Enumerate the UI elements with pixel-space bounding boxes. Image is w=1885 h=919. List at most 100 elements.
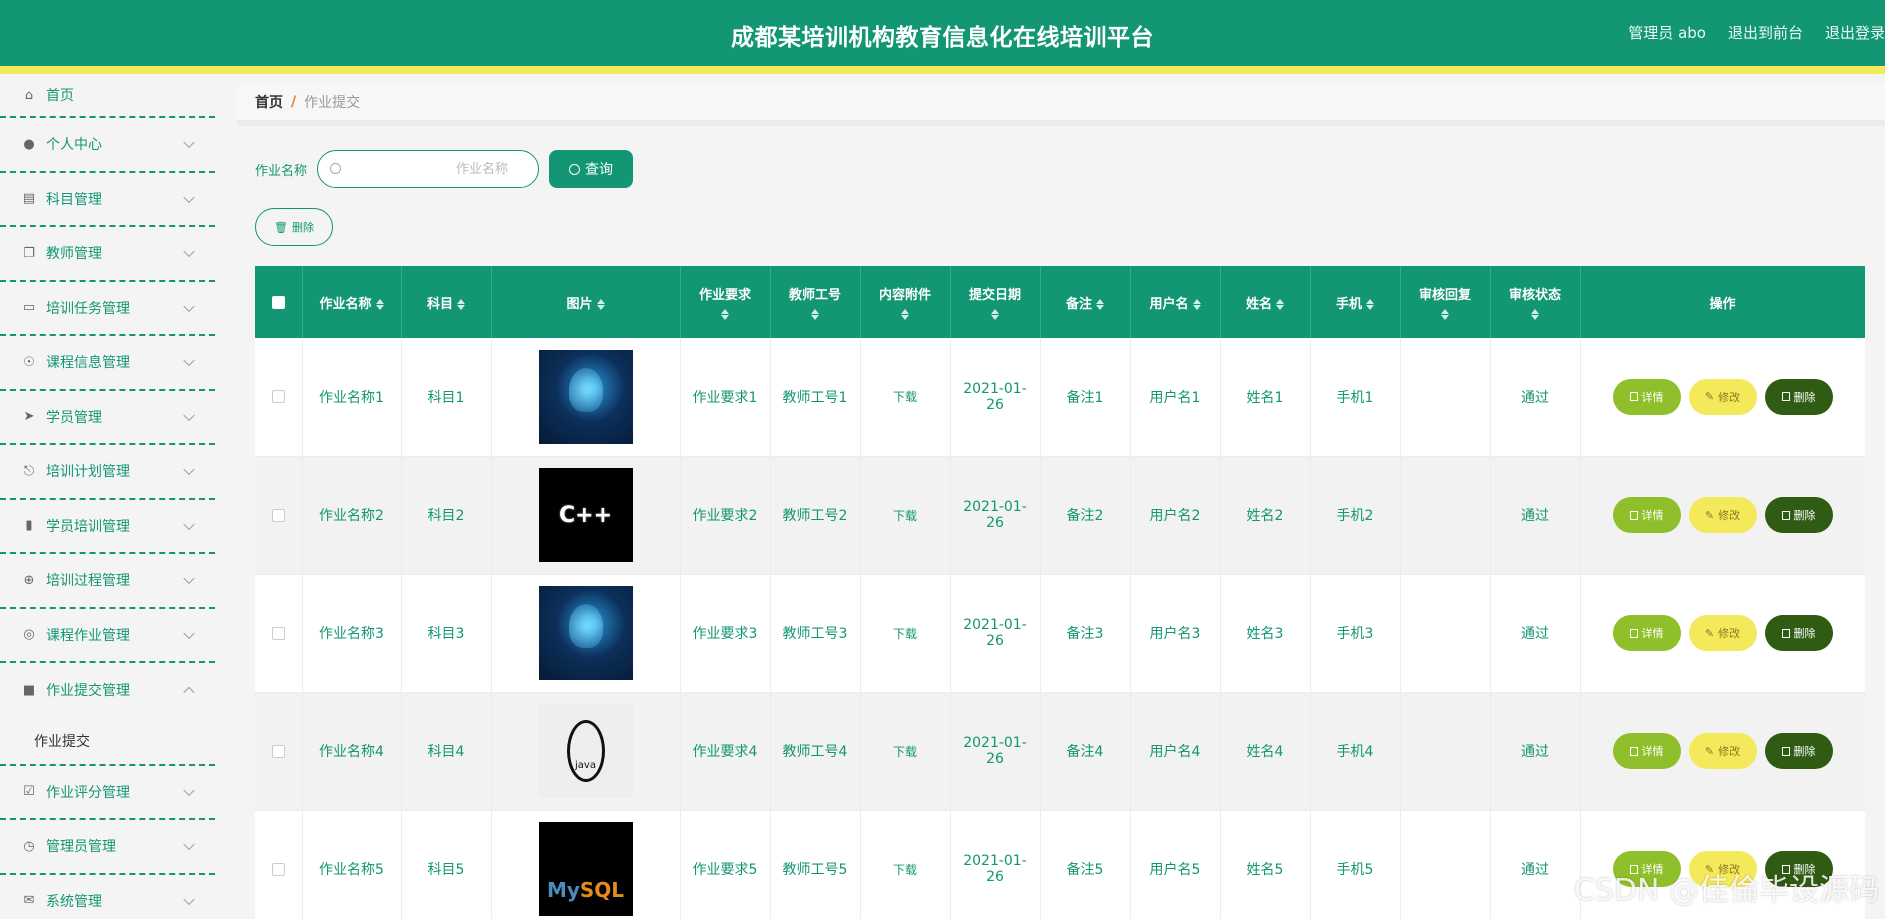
homework-image[interactable] — [538, 586, 633, 680]
homework-image[interactable]: My SQL — [538, 822, 633, 916]
header-label: 备注 — [1065, 296, 1092, 312]
header-remark[interactable]: 备注 — [1040, 266, 1131, 338]
sort-icon[interactable] — [901, 308, 909, 320]
cell-status: 通过 — [1490, 338, 1581, 457]
query-button[interactable]: 查询 — [549, 150, 634, 188]
header-date[interactable]: 提交日期 — [950, 266, 1041, 338]
cell-image: C++ — [491, 456, 681, 575]
sort-icon[interactable] — [1531, 308, 1539, 320]
download-link[interactable]: 下载 — [893, 745, 917, 759]
sort-icon[interactable] — [1096, 298, 1104, 311]
row-checkbox[interactable] — [271, 626, 285, 640]
header-reply[interactable]: 审核回复 — [1400, 266, 1491, 338]
row-select-cell[interactable] — [255, 810, 303, 919]
sort-icon[interactable] — [811, 308, 819, 320]
header-status[interactable]: 审核状态 — [1490, 266, 1581, 338]
delete-button[interactable]: 删除 — [1764, 615, 1833, 651]
row-select-cell[interactable] — [255, 692, 303, 811]
sort-icon[interactable] — [1276, 298, 1284, 311]
detail-button[interactable]: 详情 — [1612, 497, 1681, 533]
sort-icon[interactable] — [375, 298, 384, 311]
sort-icon[interactable] — [1366, 298, 1374, 311]
breadcrumb-home[interactable]: 首页 — [255, 92, 283, 112]
cell-ops: 详情 ✎ 修改 删除 — [1580, 692, 1865, 811]
search-input[interactable] — [348, 151, 529, 187]
sidebar-item-teacher-mgmt[interactable]: ❐ 教师管理 — [0, 227, 215, 282]
delete-button[interactable]: 删除 — [1764, 497, 1833, 533]
download-link[interactable]: 下载 — [893, 627, 917, 641]
exit-to-front-link[interactable]: 退出到前台 — [1728, 22, 1803, 43]
homework-image[interactable]: C++ — [538, 468, 633, 562]
download-link[interactable]: 下载 — [893, 390, 917, 404]
row-checkbox[interactable] — [271, 744, 285, 758]
homework-image[interactable]: java — [538, 704, 633, 798]
sidebar-item-system-mgmt[interactable]: ✉ 系统管理 — [0, 875, 215, 919]
cell-status: 通过 — [1490, 456, 1581, 575]
sort-icon[interactable] — [1441, 308, 1449, 320]
header-requirement[interactable]: 作业要求 — [680, 266, 771, 338]
sidebar-item-submission-mgmt[interactable]: ■ 作业提交管理 — [0, 663, 215, 718]
header-attachment[interactable]: 内容附件 — [860, 266, 951, 338]
detail-button[interactable]: 详情 — [1612, 851, 1681, 887]
sort-icon[interactable] — [596, 298, 605, 311]
download-link[interactable]: 下载 — [893, 509, 917, 523]
logout-link[interactable]: 退出登录 — [1825, 22, 1885, 43]
download-link[interactable]: 下载 — [893, 863, 917, 877]
detail-button[interactable]: 详情 — [1612, 378, 1681, 415]
header-image[interactable]: 图片 — [491, 266, 681, 338]
sidebar-item-home[interactable]: ⌂ 首页 — [0, 74, 215, 118]
delete-button[interactable]: 删除 — [1764, 733, 1833, 769]
edit-button[interactable]: ✎ 修改 — [1688, 497, 1757, 533]
row-select-cell[interactable] — [255, 338, 303, 457]
chevron-down-icon — [183, 784, 195, 796]
header-subject[interactable]: 科目 — [401, 266, 492, 338]
sidebar-item-admin-mgmt[interactable]: ◷ 管理员管理 — [0, 820, 215, 875]
sidebar-item-course-info-mgmt[interactable]: ☉ 课程信息管理 — [0, 336, 215, 391]
top-bar-stripe — [0, 66, 1885, 74]
sidebar-item-grading-mgmt[interactable]: ☑ 作业评分管理 — [0, 766, 215, 820]
sidebar-subitem-submission[interactable]: 作业提交 — [0, 718, 215, 766]
sidebar-item-student-mgmt[interactable]: ➤ 学员管理 — [0, 391, 215, 445]
cell-subject: 科目2 — [401, 456, 492, 575]
row-select-cell[interactable] — [255, 456, 303, 575]
cell-requirement: 作业要求2 — [680, 456, 771, 575]
admin-user-link[interactable]: 管理员 abo — [1628, 22, 1706, 43]
header-realname[interactable]: 姓名 — [1220, 266, 1311, 338]
sidebar-item-task-mgmt[interactable]: ▭ 培训任务管理 — [0, 282, 215, 336]
delete-button[interactable]: 删除 — [1764, 378, 1833, 415]
chevron-down-icon — [183, 136, 195, 149]
sort-icon[interactable] — [457, 298, 465, 311]
edit-button[interactable]: ✎ 修改 — [1688, 733, 1757, 769]
sidebar-item-homework-mgmt[interactable]: ◎ 课程作业管理 — [0, 609, 215, 663]
cell-status: 通过 — [1490, 574, 1581, 693]
sort-icon[interactable] — [991, 308, 999, 320]
sidebar-item-process-mgmt[interactable]: ⊕ 培训过程管理 — [0, 554, 215, 609]
row-checkbox[interactable] — [271, 508, 285, 522]
row-checkbox[interactable] — [271, 862, 285, 876]
sidebar-item-subject-mgmt[interactable]: ▤ 科目管理 — [0, 173, 215, 227]
sidebar-item-label: 培训计划管理 — [46, 464, 130, 481]
header-teacher-no[interactable]: 教师工号 — [770, 266, 861, 338]
edit-button[interactable]: ✎ 修改 — [1688, 851, 1757, 887]
batch-delete-button[interactable]: 🗑 删除 — [255, 208, 333, 246]
edit-button[interactable]: ✎ 修改 — [1688, 378, 1757, 415]
header-phone[interactable]: 手机 — [1310, 266, 1401, 338]
row-select-cell[interactable] — [255, 574, 303, 693]
sidebar-item-plan-mgmt[interactable]: ⎋ 培训计划管理 — [0, 445, 215, 500]
sidebar-item-student-training-mgmt[interactable]: ▮ 学员培训管理 — [0, 500, 215, 554]
header-name[interactable]: 作业名称 — [302, 266, 402, 338]
row-checkbox[interactable] — [271, 390, 285, 404]
sidebar-item-personal-center[interactable]: ● 个人中心 — [0, 118, 215, 173]
detail-button[interactable]: 详情 — [1612, 615, 1681, 651]
header-select-all[interactable] — [255, 266, 303, 338]
sort-icon[interactable] — [721, 308, 729, 320]
top-bar: 成都某培训机构教育信息化在线培训平台 管理员 abo 退出到前台 退出登录 — [0, 0, 1885, 66]
detail-button[interactable]: 详情 — [1612, 733, 1681, 769]
edit-button[interactable]: ✎ 修改 — [1688, 615, 1757, 651]
sort-icon[interactable] — [1192, 298, 1201, 311]
homework-image[interactable] — [538, 349, 633, 444]
select-all-checkbox[interactable] — [271, 295, 285, 309]
chevron-down-icon — [183, 409, 195, 421]
delete-button[interactable]: 删除 — [1764, 851, 1833, 887]
header-username[interactable]: 用户名 — [1130, 266, 1221, 338]
